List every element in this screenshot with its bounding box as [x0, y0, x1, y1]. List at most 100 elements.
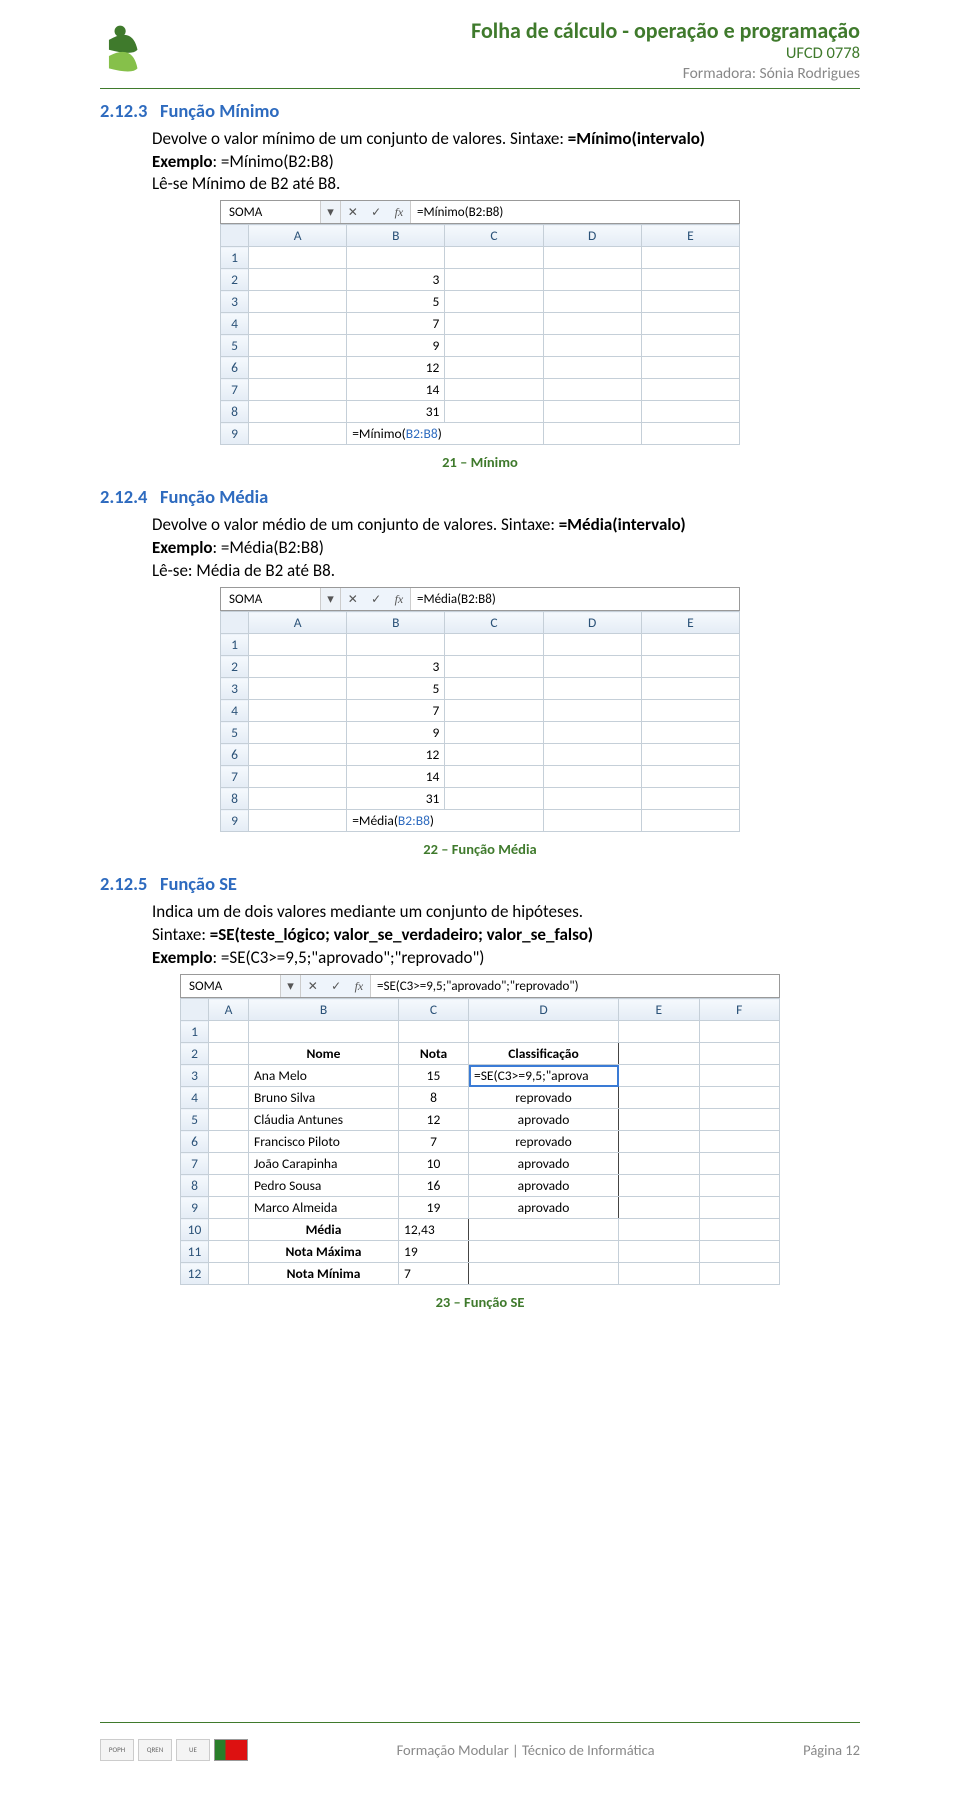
- col-header[interactable]: D: [543, 225, 641, 247]
- formula-accept-icon[interactable]: ✓: [371, 205, 381, 220]
- cell[interactable]: 19: [399, 1197, 469, 1219]
- col-header[interactable]: B: [249, 999, 399, 1021]
- cell[interactable]: aprovado: [469, 1175, 619, 1197]
- cell[interactable]: 31: [347, 788, 445, 810]
- cell[interactable]: 10: [399, 1153, 469, 1175]
- row-header[interactable]: 8: [221, 788, 249, 810]
- row-header[interactable]: 2: [221, 656, 249, 678]
- cell[interactable]: 12: [399, 1109, 469, 1131]
- cell[interactable]: Bruno Silva: [249, 1087, 399, 1109]
- cell[interactable]: 14: [347, 766, 445, 788]
- formula-accept-icon[interactable]: ✓: [331, 979, 341, 994]
- cell[interactable]: 14: [347, 379, 445, 401]
- cell[interactable]: 9: [347, 722, 445, 744]
- cell[interactable]: 12: [347, 744, 445, 766]
- formula-input[interactable]: =SE(C3>=9,5;"aprovado";"reprovado"): [371, 975, 779, 997]
- formula-accept-icon[interactable]: ✓: [371, 592, 381, 607]
- fx-icon[interactable]: fx: [395, 205, 404, 220]
- cell[interactable]: 5: [347, 291, 445, 313]
- cell[interactable]: 3: [347, 269, 445, 291]
- cell[interactable]: 8: [399, 1087, 469, 1109]
- cell[interactable]: aprovado: [469, 1109, 619, 1131]
- formula-input[interactable]: =Média(B2:B8): [411, 588, 739, 610]
- cell[interactable]: 7: [347, 313, 445, 335]
- cell[interactable]: 12: [347, 357, 445, 379]
- col-header[interactable]: C: [399, 999, 469, 1021]
- formula-cancel-icon[interactable]: ✕: [348, 205, 358, 220]
- cell[interactable]: 31: [347, 401, 445, 423]
- col-header[interactable]: D: [543, 612, 641, 634]
- row-header[interactable]: 12: [181, 1263, 209, 1285]
- name-box-dropdown-icon[interactable]: ▾: [281, 975, 301, 997]
- row-header[interactable]: 6: [181, 1131, 209, 1153]
- row-header[interactable]: 11: [181, 1241, 209, 1263]
- active-cell[interactable]: =Mínimo(B2:B8): [347, 423, 543, 445]
- row-header[interactable]: 8: [181, 1175, 209, 1197]
- row-header[interactable]: 6: [221, 744, 249, 766]
- cell[interactable]: Francisco Piloto: [249, 1131, 399, 1153]
- row-header[interactable]: 1: [221, 247, 249, 269]
- cell[interactable]: 3: [347, 656, 445, 678]
- name-box[interactable]: SOMA: [181, 975, 281, 997]
- cell[interactable]: Marco Almeida: [249, 1197, 399, 1219]
- col-header[interactable]: C: [445, 612, 543, 634]
- cell[interactable]: 15: [399, 1065, 469, 1087]
- cell[interactable]: Cláudia Antunes: [249, 1109, 399, 1131]
- table-header-cell[interactable]: Classificação: [469, 1043, 619, 1065]
- row-header[interactable]: 6: [221, 357, 249, 379]
- cell[interactable]: 12,43: [399, 1219, 469, 1241]
- row-header[interactable]: 4: [221, 313, 249, 335]
- cell[interactable]: 9: [347, 335, 445, 357]
- col-header[interactable]: A: [249, 612, 347, 634]
- formula-cancel-icon[interactable]: ✕: [308, 979, 318, 994]
- cell[interactable]: João Carapinha: [249, 1153, 399, 1175]
- cell[interactable]: 7: [347, 700, 445, 722]
- cell[interactable]: reprovado: [469, 1087, 619, 1109]
- formula-input[interactable]: =Mínimo(B2:B8): [411, 201, 739, 223]
- row-header[interactable]: 5: [221, 335, 249, 357]
- cell[interactable]: 16: [399, 1175, 469, 1197]
- fx-icon[interactable]: fx: [395, 592, 404, 607]
- row-header[interactable]: 3: [181, 1065, 209, 1087]
- row-header[interactable]: 10: [181, 1219, 209, 1241]
- row-header[interactable]: 2: [181, 1043, 209, 1065]
- row-header[interactable]: 1: [221, 634, 249, 656]
- cell[interactable]: 7: [399, 1131, 469, 1153]
- col-header[interactable]: F: [699, 999, 780, 1021]
- name-box[interactable]: SOMA: [221, 201, 321, 223]
- active-cell[interactable]: =SE(C3>=9,5;"aprova: [469, 1065, 619, 1087]
- spreadsheet-grid[interactable]: A B C D E 1 23 35 47 59 612 714 831 9 =M…: [220, 224, 740, 445]
- select-all-corner[interactable]: [181, 999, 209, 1021]
- col-header[interactable]: C: [445, 225, 543, 247]
- formula-cancel-icon[interactable]: ✕: [348, 592, 358, 607]
- active-cell[interactable]: =Média(B2:B8): [347, 810, 543, 832]
- row-header[interactable]: 3: [221, 291, 249, 313]
- col-header[interactable]: B: [347, 612, 445, 634]
- fx-icon[interactable]: fx: [355, 979, 364, 994]
- select-all-corner[interactable]: [221, 612, 249, 634]
- name-box-dropdown-icon[interactable]: ▾: [321, 588, 341, 610]
- row-header[interactable]: 4: [181, 1087, 209, 1109]
- cell[interactable]: aprovado: [469, 1197, 619, 1219]
- spreadsheet-grid[interactable]: A B C D E F 1 2 Nome Nota Classificação …: [180, 998, 780, 1285]
- col-header[interactable]: E: [641, 612, 739, 634]
- table-header-cell[interactable]: Nome: [249, 1043, 399, 1065]
- col-header[interactable]: D: [469, 999, 619, 1021]
- cell[interactable]: Ana Melo: [249, 1065, 399, 1087]
- spreadsheet-grid[interactable]: A B C D E 1 23 35 47 59 612 714 831 9 =M…: [220, 611, 740, 832]
- col-header[interactable]: A: [209, 999, 249, 1021]
- cell[interactable]: Pedro Sousa: [249, 1175, 399, 1197]
- name-box[interactable]: SOMA: [221, 588, 321, 610]
- row-header[interactable]: 4: [221, 700, 249, 722]
- row-header[interactable]: 9: [181, 1197, 209, 1219]
- row-header[interactable]: 5: [221, 722, 249, 744]
- cell[interactable]: Nota Mínima: [249, 1263, 399, 1285]
- cell[interactable]: reprovado: [469, 1131, 619, 1153]
- row-header[interactable]: 1: [181, 1021, 209, 1043]
- row-header[interactable]: 2: [221, 269, 249, 291]
- col-header[interactable]: E: [641, 225, 739, 247]
- row-header[interactable]: 9: [221, 810, 249, 832]
- row-header[interactable]: 5: [181, 1109, 209, 1131]
- row-header[interactable]: 9: [221, 423, 249, 445]
- cell[interactable]: 7: [399, 1263, 469, 1285]
